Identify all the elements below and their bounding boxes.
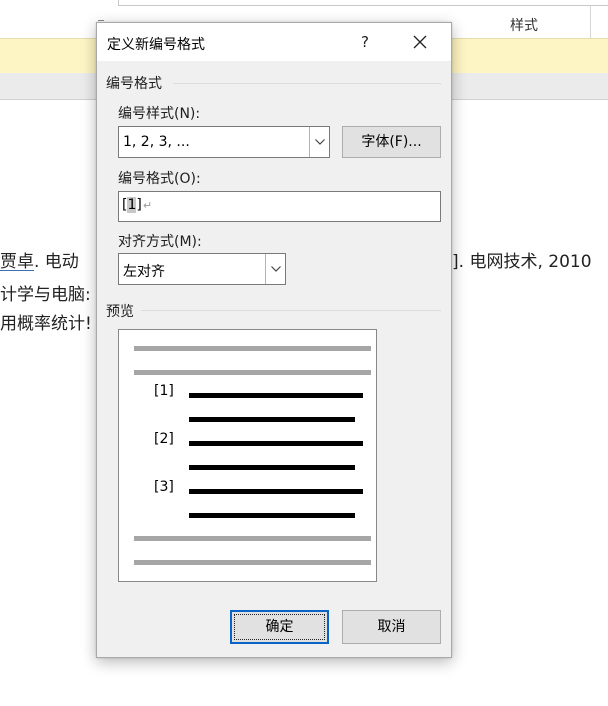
preview-box: [1] [2] [3]	[118, 329, 377, 582]
alignment-dropdown-arrow[interactable]	[265, 254, 285, 284]
number-style-select[interactable]: 1, 2, 3, ...	[118, 126, 330, 158]
close-button[interactable]	[403, 29, 437, 55]
close-icon	[413, 35, 427, 49]
alignment-select[interactable]: 左对齐	[118, 253, 286, 285]
preview-line-3a	[189, 489, 363, 494]
chevron-down-icon	[271, 266, 281, 272]
preview-line-3b	[189, 513, 355, 518]
reference-text: . 电动	[34, 252, 79, 272]
preview-number-2: [2]	[154, 431, 174, 447]
alignment-label: 对齐方式(M):	[118, 234, 202, 250]
document-line-2: 计学与电脑:	[0, 285, 91, 305]
reference-author-link[interactable]: 贾卓	[0, 252, 34, 272]
preview-line-bottom-1	[134, 536, 371, 541]
number-format-content: [1]↵	[122, 197, 152, 213]
scroll-marker	[98, 20, 104, 21]
dialog-titlebar[interactable]: 定义新编号格式 ?	[97, 23, 451, 61]
number-style-value: 1, 2, 3, ...	[123, 134, 190, 150]
preview-line-bottom-2	[134, 560, 371, 565]
number-format-section-label: 编号格式	[106, 76, 162, 92]
alignment-value: 左对齐	[123, 264, 165, 280]
ok-button[interactable]: 确定	[230, 610, 329, 644]
preview-number-1: [1]	[154, 383, 174, 399]
preview-line-2b	[189, 465, 355, 470]
preview-number-3: [3]	[154, 479, 174, 495]
font-button[interactable]: 字体(F)...	[342, 126, 441, 158]
number-style-dropdown-arrow[interactable]	[309, 127, 329, 157]
ok-button-label: 确定	[265, 619, 294, 635]
column-separator	[590, 6, 591, 38]
paragraph-mark: ↵	[142, 199, 153, 212]
document-line-3: 用概率统计!	[0, 314, 92, 334]
close-bracket: ]	[136, 197, 142, 213]
number-format-label: 编号格式(O):	[118, 171, 201, 187]
preview-line-top-2	[134, 370, 371, 375]
preview-line-2a	[189, 441, 363, 446]
dialog-title: 定义新编号格式	[107, 37, 205, 53]
number-style-label: 编号样式(N):	[118, 106, 201, 122]
style-column-header: 样式	[510, 18, 538, 34]
preview-line-top-1	[134, 346, 371, 351]
define-number-format-dialog: 定义新编号格式 ? 编号格式 编号样式(N): 1, 2, 3, ... 字体(…	[96, 22, 452, 658]
preview-line-1b	[189, 417, 355, 422]
help-button[interactable]: ?	[351, 29, 379, 55]
section-divider	[173, 83, 441, 84]
cancel-button[interactable]: 取消	[342, 610, 441, 644]
preview-section-label: 预览	[106, 304, 134, 320]
document-line-1-start: 贾卓. 电动	[0, 247, 79, 272]
document-line-1-end: ]. 电网技术, 2010	[452, 252, 592, 272]
chevron-down-icon	[315, 139, 325, 145]
section-divider	[141, 310, 441, 311]
preview-line-1a	[189, 393, 363, 398]
number-format-input[interactable]: [1]↵	[118, 191, 441, 222]
